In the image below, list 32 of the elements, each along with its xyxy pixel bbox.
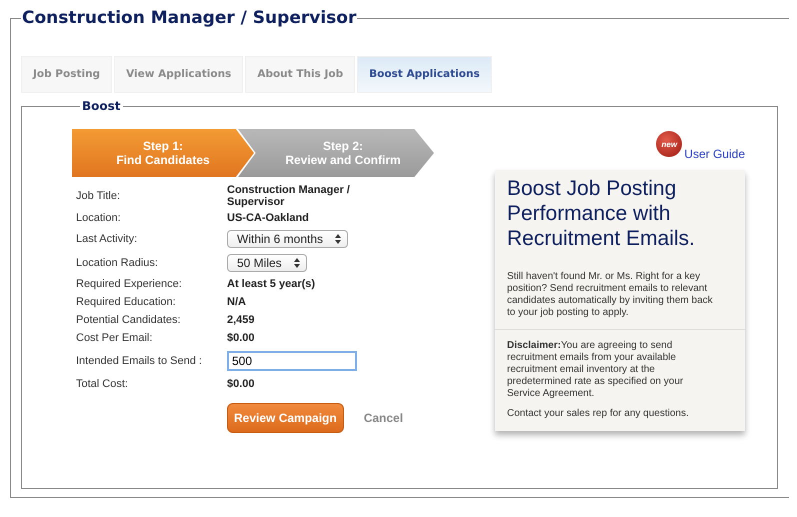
field-value: $0.00: [227, 377, 256, 392]
field-value: At least 5 year(s): [227, 277, 316, 292]
field-label: Cost Per Email:: [75, 331, 154, 346]
dropdown[interactable]: 50 Miles: [227, 254, 307, 272]
promo-text: Still haven't found Mr. or Ms. Right for a key position? Send recruitment emails to relevant candidates automatically by inviting them back to your job posting to apply.: [506, 270, 714, 320]
field-label: Required Experience:: [75, 277, 183, 292]
field-label: Intended Emails to Send :: [75, 354, 203, 369]
promo-heading: Boost Job Posting Performance with Recruitment Emails.: [506, 176, 696, 251]
field-value: US-CA-Oakland: [227, 211, 310, 226]
field-label: Location:: [75, 211, 122, 226]
field-value: Construction Manager / Supervisor: [227, 183, 351, 209]
field-value: 2,459: [227, 313, 256, 328]
new-badge: new: [656, 131, 682, 157]
field-label: Job Title:: [75, 189, 122, 204]
user-guide-link[interactable]: User Guide: [684, 147, 745, 161]
cancel-button[interactable]: Cancel: [358, 410, 410, 426]
dropdown[interactable]: Within 6 months: [227, 230, 348, 248]
field-value: $0.00: [227, 331, 256, 346]
field-label: Potential Candidates:: [75, 313, 182, 328]
field-label: Location Radius:: [75, 256, 159, 271]
field-label: Total Cost:: [75, 377, 129, 392]
disclaimer-text: Disclaimer:You are agreeing to send recruitment emails from your available recruitment email inventory at the predetermined rate as specified on your Service Agreement.: [506, 339, 684, 401]
updown-icon: [335, 234, 342, 244]
tab[interactable]: Boost Applications: [357, 56, 492, 93]
field-value: N/A: [227, 295, 247, 310]
section-title: Boost: [81, 99, 122, 113]
input-field[interactable]: 500: [227, 351, 357, 371]
field-label: Last Activity:: [75, 232, 138, 247]
contact-text: Contact your sales rep for any questions.: [506, 408, 690, 421]
page-title: Construction Manager / Supervisor: [21, 8, 358, 28]
field-label: Required Education:: [75, 295, 177, 310]
updown-icon: [294, 258, 300, 268]
